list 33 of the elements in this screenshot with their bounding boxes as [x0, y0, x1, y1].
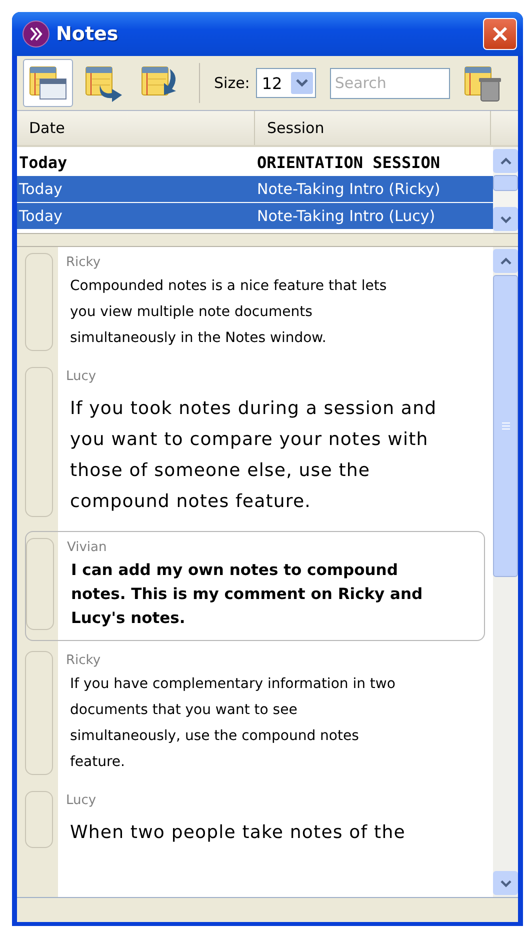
table-row[interactable]: Today Note-Taking Intro (Ricky) — [17, 176, 493, 202]
note-text: If you have complementary information in two documents that you want to see simultaneously, use the compound notes feature. — [69, 675, 396, 772]
column-header[interactable]: Session — [255, 111, 491, 145]
note-author: Lucy — [66, 368, 98, 386]
note-text: If you took notes during a session and you want to compare your notes with those of someone else, use the compound notes feature. — [69, 397, 438, 514]
scroll-thumb[interactable] — [493, 175, 518, 191]
size-dropdown[interactable]: 12 — [256, 68, 316, 98]
scroll-thumb[interactable] — [493, 275, 518, 577]
note-tab[interactable] — [25, 651, 53, 775]
note-tab[interactable] — [25, 253, 53, 351]
note-text: Compounded notes is a nice feature that lets you view multiple note documents simultaneously in the Notes window. — [69, 277, 388, 348]
note-author: Lucy — [66, 792, 98, 810]
view-button[interactable] — [23, 59, 73, 107]
scrollbar[interactable] — [493, 147, 518, 233]
note-tab[interactable] — [25, 367, 53, 517]
close-icon — [490, 24, 510, 44]
note-tab[interactable] — [26, 538, 54, 630]
scrollbar[interactable] — [493, 247, 518, 897]
note-tab[interactable] — [25, 791, 53, 848]
window-title: Notes — [56, 23, 120, 45]
note-author: Vivian — [67, 539, 108, 557]
note-author: Ricky — [66, 254, 102, 272]
grip-icon — [500, 421, 510, 431]
table-row[interactable]: Today Note-Taking Intro (Lucy) — [17, 203, 493, 229]
note-text: When two people take notes of the — [69, 821, 406, 845]
column-header[interactable]: Date — [17, 111, 255, 145]
close-button[interactable] — [483, 18, 517, 50]
size-label: Size: — [214, 74, 250, 92]
note-author: Ricky — [66, 652, 102, 670]
search-field[interactable]: Search — [330, 68, 450, 98]
note-text: I can add my own notes to compound notes. This is my comment on Ricky and Lucy's notes. — [70, 560, 424, 629]
app-logo-icon — [22, 20, 50, 48]
chevron-down-icon — [290, 72, 313, 94]
